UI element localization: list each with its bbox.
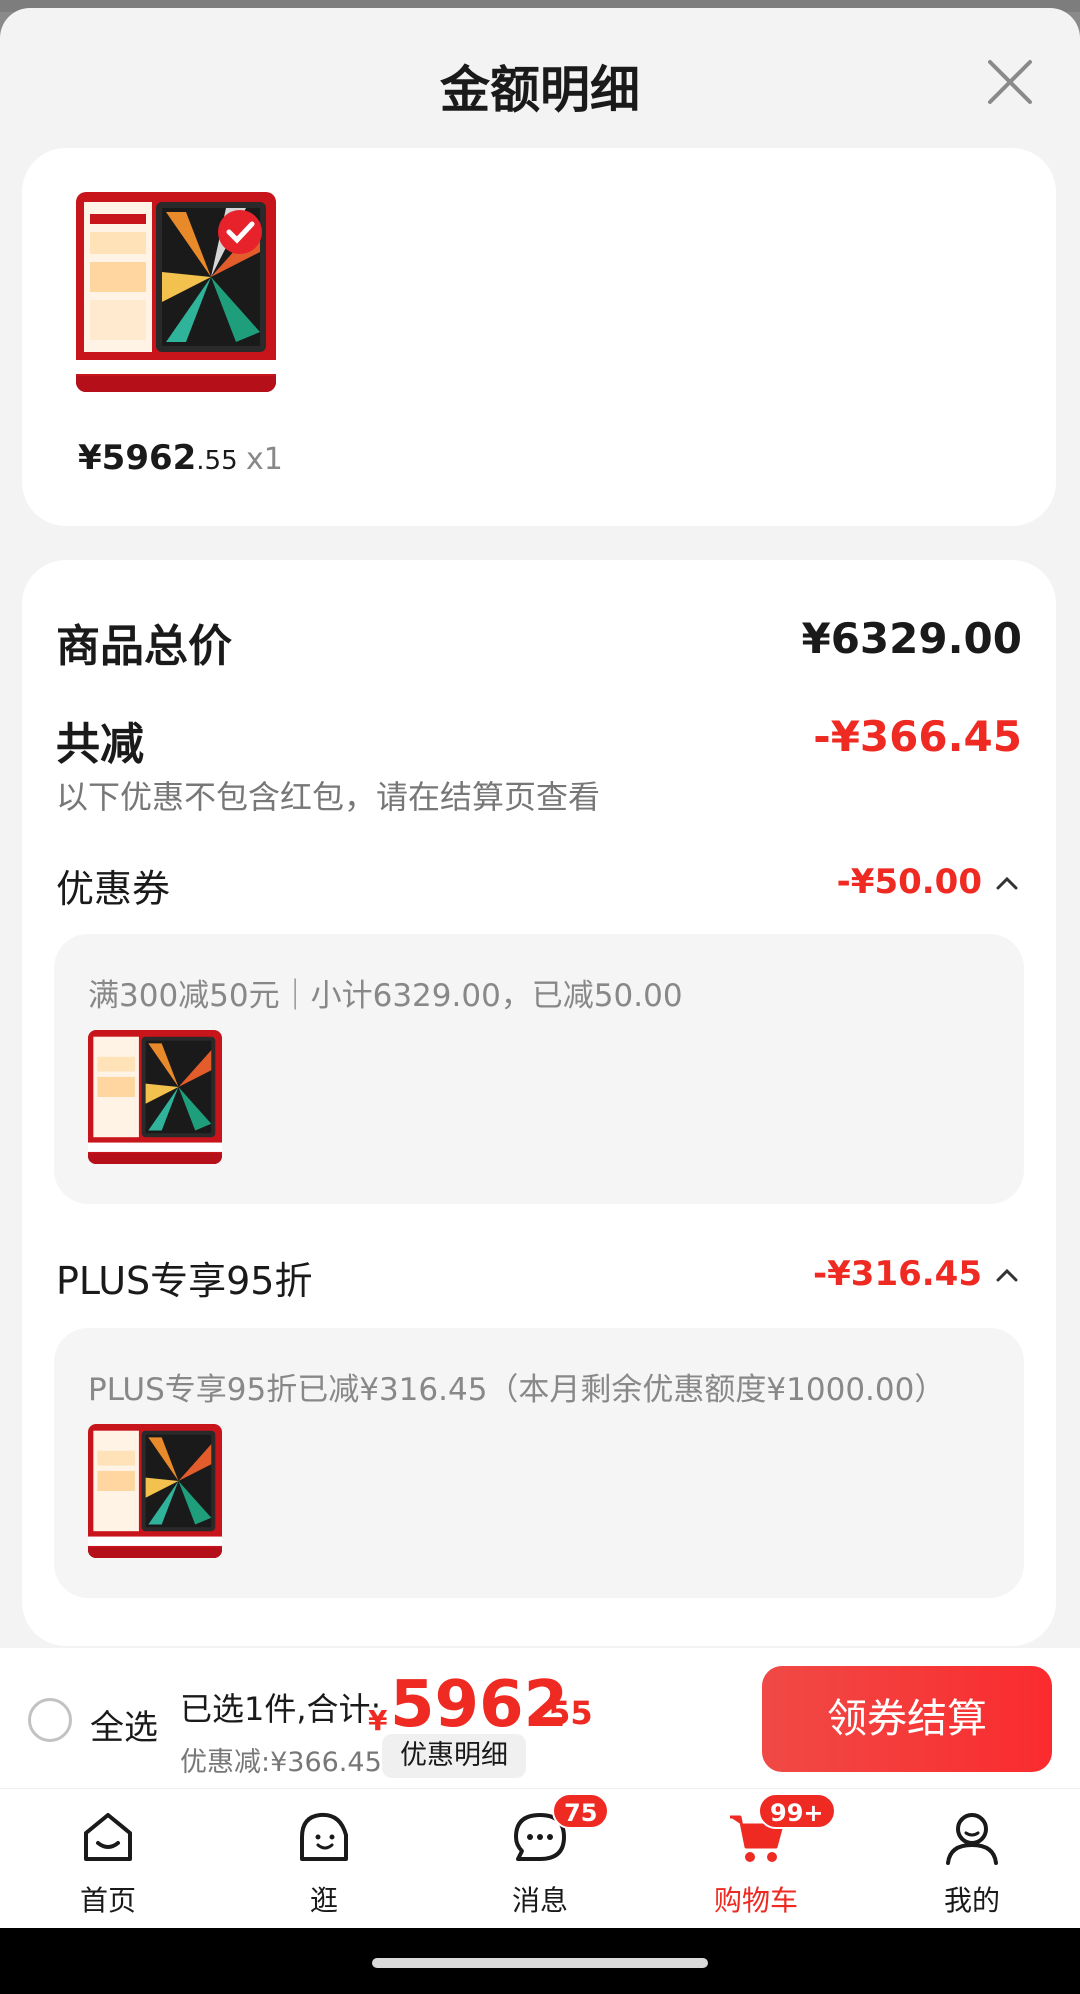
tab-home[interactable]: 首页 — [0, 1789, 216, 1929]
product-quantity: x1 — [246, 442, 283, 477]
close-icon[interactable] — [982, 54, 1038, 110]
selected-summary: 已选1件,合计: — [180, 1690, 382, 1728]
tab-messages[interactable]: 75 消息 — [432, 1789, 648, 1929]
system-navigation-bar — [0, 1928, 1080, 1994]
bottom-tab-bar: 首页 逛 75 消息 99+ 购物车 我的 — [0, 1788, 1080, 1928]
tablet-product-image — [76, 192, 276, 392]
amount-detail-sheet: 金额明细 ¥5962.55 x1 商品总价 ¥6329.00 共减 -¥366.… — [0, 8, 1080, 1648]
checkout-button[interactable]: 领券结算 — [762, 1666, 1052, 1772]
total-decimal: .55 — [536, 1694, 593, 1732]
tab-label: 消息 — [511, 1884, 568, 1917]
tab-label: 首页 — [79, 1884, 136, 1917]
reduction-note: 以下优惠不包含红包，请在结算页查看 — [56, 778, 601, 816]
select-all-label[interactable]: 全选 — [90, 1700, 158, 1749]
goods-total-label: 商品总价 — [56, 621, 232, 672]
coupon-detail-panel: 满300减50元｜小计6329.00，已减50.00 — [54, 934, 1024, 1204]
chevron-up-icon[interactable] — [992, 868, 1022, 898]
product-thumbnail[interactable] — [76, 192, 276, 392]
coupon-detail-text: 满300减50元｜小计6329.00，已减50.00 — [88, 978, 683, 1014]
tab-cart[interactable]: 99+ 购物车 — [648, 1789, 864, 1929]
plus-discount-value: -¥316.45 — [813, 1254, 982, 1294]
chevron-up-icon[interactable] — [992, 1260, 1022, 1290]
discount-amount: 优惠减:¥366.45 — [180, 1747, 382, 1778]
plus-detail-panel: PLUS专享95折已减¥316.45（本月剩余优惠额度¥1000.00） — [54, 1328, 1024, 1598]
discount-detail-button[interactable]: 优惠明细 — [382, 1734, 526, 1778]
plus-product-thumbnail[interactable] — [88, 1424, 222, 1558]
product-price-dec: .55 — [196, 446, 238, 476]
total-reduction-label: 共减 — [56, 719, 144, 770]
checkout-bar: 全选 已选1件,合计: ¥ 5962 .55 优惠减:¥366.45 优惠明细 … — [0, 1648, 1080, 1788]
plus-detail-text: PLUS专享95折已减¥316.45（本月剩余优惠额度¥1000.00） — [88, 1372, 946, 1408]
tab-profile[interactable]: 我的 — [864, 1789, 1080, 1929]
coupon-value: -¥50.00 — [836, 862, 982, 902]
tablet-product-image — [88, 1424, 222, 1558]
product-price-int: ¥5962 — [78, 438, 197, 478]
message-badge: 75 — [552, 1793, 610, 1829]
tab-explore[interactable]: 逛 — [216, 1789, 432, 1929]
tab-label: 逛 — [309, 1884, 338, 1917]
tablet-product-image — [88, 1030, 222, 1164]
product-price: ¥5962.55 — [78, 438, 238, 478]
coupon-product-thumbnail[interactable] — [88, 1030, 222, 1164]
coupon-label: 优惠券 — [56, 867, 171, 911]
tab-label: 购物车 — [713, 1884, 798, 1917]
profile-icon — [946, 1813, 998, 1865]
home-indicator[interactable] — [372, 1958, 708, 1968]
home-icon — [84, 1813, 132, 1861]
select-all-radio[interactable] — [28, 1698, 72, 1742]
product-card: ¥5962.55 x1 — [22, 148, 1056, 526]
plus-discount-label: PLUS专享95折 — [56, 1259, 313, 1303]
total-currency: ¥ — [368, 1704, 388, 1737]
sheet-title: 金额明细 — [440, 61, 640, 119]
tab-label: 我的 — [943, 1884, 1000, 1917]
total-reduction-value: -¥366.45 — [813, 712, 1022, 761]
cart-badge: 99+ — [758, 1793, 836, 1829]
price-breakdown-card: 商品总价 ¥6329.00 共减 -¥366.45 以下优惠不包含红包，请在结算… — [22, 560, 1056, 1646]
goods-total-value: ¥6329.00 — [801, 614, 1022, 663]
explore-icon — [300, 1812, 348, 1861]
